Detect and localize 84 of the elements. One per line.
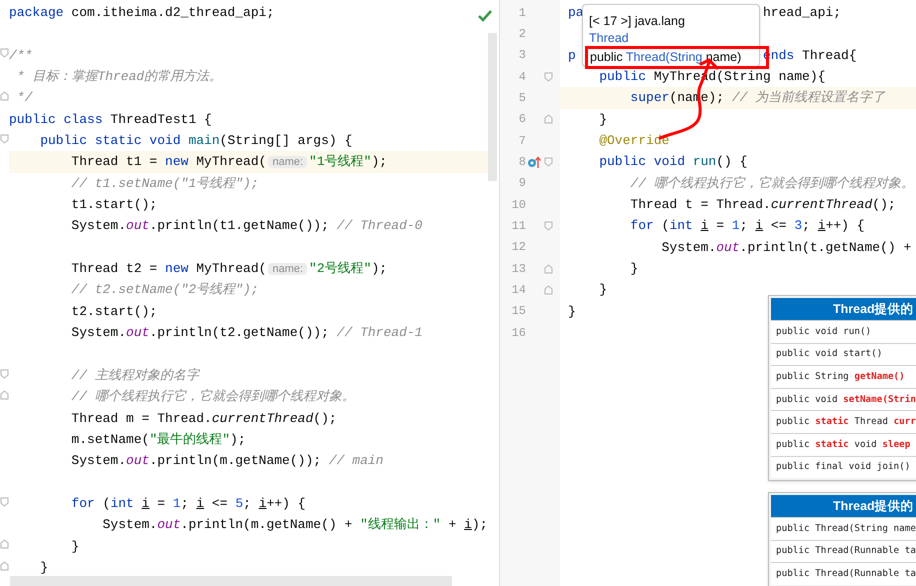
code-line: Thread m = Thread.currentThread(); — [70, 410, 337, 426]
code-line: * 目标：掌握Thread的常用方法。 — [16, 69, 222, 84]
code-line: System.out.println(m.getName()); // main — [70, 453, 384, 468]
override-marker-icon[interactable] — [527, 156, 541, 169]
fold-icon[interactable] — [544, 264, 552, 274]
tooltip-package: [< 17 >] java.lang — [589, 13, 685, 30]
table-title: Thread提供的 — [833, 498, 914, 515]
horizontal-scrollbar[interactable] — [10, 576, 452, 586]
method-signature: public String getName() — [776, 370, 905, 384]
code-line: @Override — [598, 133, 670, 148]
method-signature: public Thread(String name — [776, 522, 916, 536]
code-line: System.out.println(t1.getName()); // Thread-0 — [70, 218, 422, 234]
code-line: System.out.println(t2.getName()); // Thread-1 — [70, 325, 422, 340]
code-line: } — [39, 560, 48, 575]
code-line: // t1.setName("1号线程"); — [70, 176, 259, 191]
code-line: System.out.println(m.getName() + "线程输出：" + i); — [102, 517, 488, 532]
line-number: 10 — [510, 196, 526, 214]
code-line: package com.itheima.d2_thread_api; — [9, 5, 274, 20]
code-line: public static void main(String[] args) { — [39, 133, 352, 148]
code-line: Thread t1 = new MyThread( name: "1号线程"); — [70, 154, 388, 170]
fold-icon[interactable] — [544, 114, 552, 124]
method-signature: public final void join() — [776, 460, 910, 474]
fold-icon[interactable] — [0, 390, 9, 400]
code-line: /** — [9, 48, 32, 63]
fold-icon[interactable] — [0, 48, 9, 58]
line-number: 5 — [518, 90, 526, 108]
code-line: t1.start(); — [70, 197, 158, 212]
line-number: 4 — [518, 68, 526, 86]
code-line: } — [598, 112, 608, 127]
fold-icon[interactable] — [544, 72, 552, 82]
fold-icon[interactable] — [0, 91, 9, 102]
code-line: // 哪个线程执行它，它就会得到哪个线程对象。 — [70, 389, 355, 404]
code-line: // 哪个线程执行它，它就会得到哪个线程对象。 — [629, 176, 914, 191]
code-line: public class ThreadTest1 { — [9, 112, 212, 127]
fold-icon[interactable] — [0, 134, 9, 144]
method-signature: public Thread(Runnable ta — [776, 567, 916, 581]
fold-icon[interactable] — [544, 221, 552, 232]
method-signature: public void setName(Strin — [776, 392, 916, 407]
line-number: 8 — [518, 154, 526, 172]
code-line: m.setName("最牛的线程"); — [70, 432, 246, 447]
line-number: 6 — [518, 111, 526, 128]
code-line: } — [70, 538, 80, 554]
line-number: 1 — [518, 4, 526, 22]
line-number: 3 — [518, 47, 526, 64]
method-signature: public static Thread curr — [776, 415, 916, 430]
check-icon — [478, 10, 492, 22]
line-number: 15 — [510, 303, 526, 320]
code-line: } — [568, 304, 576, 319]
scrollbar-thumb[interactable] — [488, 33, 497, 181]
code-line: } — [598, 282, 608, 298]
code-line: for (int i = 1; i <= 5; i++) { — [70, 496, 306, 511]
line-number: 7 — [518, 132, 526, 150]
fold-icon[interactable] — [0, 496, 9, 507]
line-number: 11 — [510, 218, 526, 236]
code-line: // 主线程对象的名字 — [70, 368, 199, 383]
code-line: */ — [16, 90, 32, 106]
method-signature: public void run() — [776, 324, 872, 339]
line-number: 9 — [518, 175, 526, 192]
class-link[interactable]: Thread — [589, 30, 629, 47]
line-number: 2 — [518, 26, 526, 44]
line-number: 14 — [510, 282, 526, 300]
code-line: Thread t2 = new MyThread( name: "2号线程"); — [70, 261, 388, 276]
code-line: for (int i = 1; i <= 3; i++) { — [629, 218, 865, 234]
fold-icon[interactable] — [0, 560, 9, 571]
fold-icon[interactable] — [544, 285, 552, 296]
method-signature: public void start() — [776, 347, 882, 362]
line-number: 16 — [510, 324, 526, 342]
table-title: Thread提供的 — [833, 300, 914, 318]
code-line: hread_api; — [763, 4, 842, 22]
fold-icon[interactable] — [0, 368, 9, 379]
code-line: } — [629, 261, 638, 276]
method-signature: public static void sleep — [776, 438, 910, 452]
code-line: t2.start(); — [70, 304, 158, 319]
code-line: p — [568, 48, 576, 63]
line-number: 13 — [510, 260, 526, 278]
code-line: System.out.println(t.getName() + — [660, 240, 912, 255]
code-line: Thread t = Thread.currentThread(); — [629, 197, 896, 212]
code-line: pa — [568, 5, 584, 20]
line-number: 12 — [510, 239, 526, 256]
fold-icon[interactable] — [544, 157, 552, 168]
fold-icon[interactable] — [0, 539, 9, 550]
code-line: // t2.setName("2号线程"); — [70, 282, 259, 298]
code-line: public void run() { — [598, 154, 748, 170]
method-signature: public Thread(Runnable ta — [776, 544, 916, 558]
